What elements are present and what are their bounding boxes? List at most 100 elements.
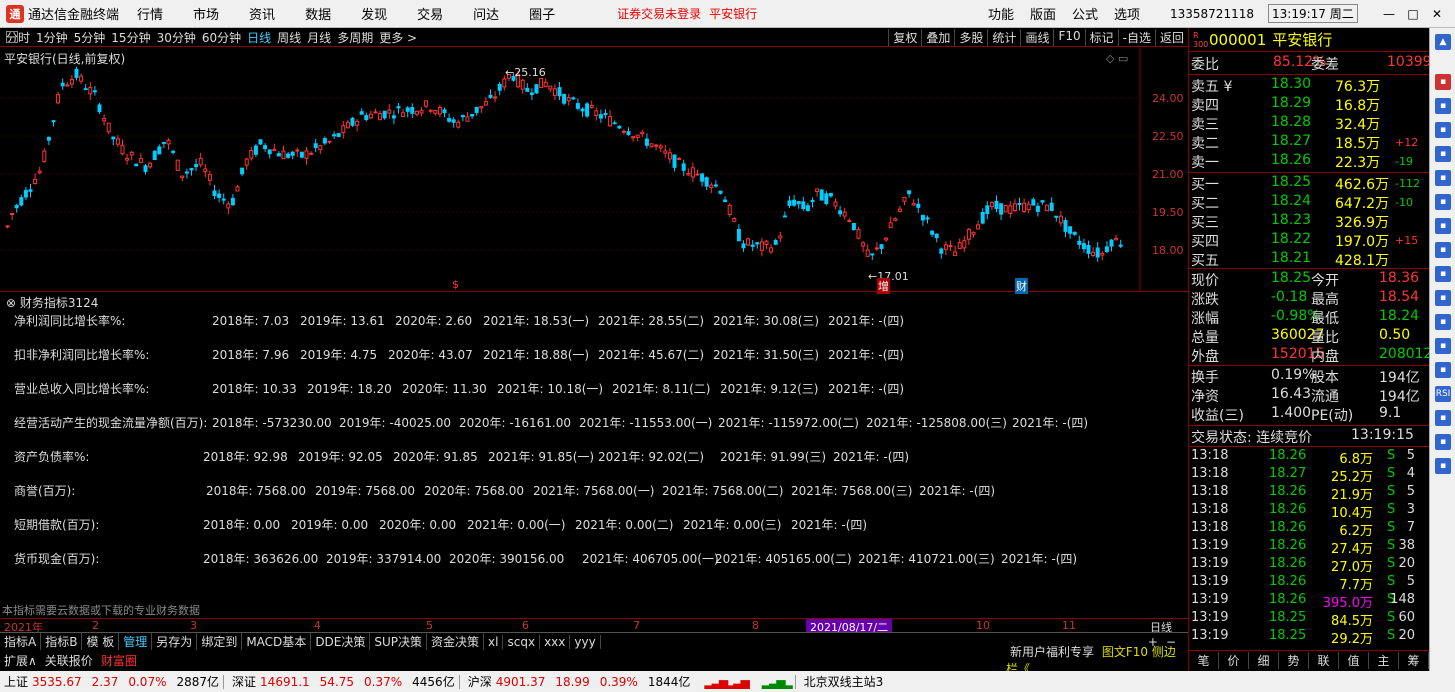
sidebar-tool-icon[interactable]: ▪ (1435, 314, 1451, 330)
ask-row[interactable]: 卖四 18.29 16.8万 (1189, 95, 1429, 114)
period-weekly[interactable]: 周线 (277, 29, 301, 46)
period-5min[interactable]: 5分钟 (74, 29, 106, 46)
tool-biaoji[interactable]: 标记 (1084, 28, 1118, 46)
menu-faxian[interactable]: 发现 (361, 4, 387, 23)
tab-bangdingdao[interactable]: 绑定到 (197, 633, 243, 650)
stock-name[interactable]: 平安银行 (1272, 29, 1332, 50)
menu-shichang[interactable]: 市场 (193, 4, 219, 23)
bid-row[interactable]: 买五 18.21 428.1万 (1189, 250, 1429, 269)
menu-banmian[interactable]: 版面 (1030, 4, 1056, 23)
period-more[interactable]: 更多 > (379, 29, 417, 46)
sidebar-tool-icon[interactable]: ▪ (1435, 458, 1451, 474)
ask-row[interactable]: 卖五 ¥ 18.30 76.3万 (1189, 76, 1429, 95)
server-name[interactable]: 北京双线主站3 (804, 673, 884, 690)
kline-svg[interactable] (0, 48, 1188, 292)
menu-quanzi[interactable]: 圈子 (529, 4, 555, 23)
tab-guanli[interactable]: 管理 (119, 633, 153, 650)
sidebar-tool-icon[interactable]: ▪ (1435, 146, 1451, 162)
period-multi[interactable]: 多周期 (337, 29, 373, 46)
bid-row[interactable]: 买四 18.22 197.0万 +15 (1189, 231, 1429, 250)
tab-xl[interactable]: xl (484, 634, 504, 649)
menu-zixun[interactable]: 资讯 (249, 4, 275, 23)
kline-chart[interactable]: 平安银行(日线,前复权) 24.00 22.50 21.00 19.50 18.… (0, 48, 1188, 294)
maximize-icon[interactable]: □ (1401, 7, 1425, 21)
menu-xuanxiang[interactable]: 选项 (1114, 4, 1140, 23)
sidebar-tool-icon[interactable]: ▪ (1435, 266, 1451, 282)
tab-zhibiao-b[interactable]: 指标B (41, 633, 83, 650)
related-quote-tab[interactable]: 关联报价 (41, 652, 97, 669)
period-15min[interactable]: 15分钟 (111, 29, 150, 46)
dividend-marker[interactable]: $ (452, 278, 459, 291)
tab-scqx[interactable]: scqx (503, 634, 541, 649)
tab-macd[interactable]: MACD基本 (242, 633, 312, 650)
period-60min[interactable]: 60分钟 (202, 29, 241, 46)
stat-row: 涨幅 -0.98% 最低 18.24 (1189, 308, 1429, 327)
tab-zhi[interactable]: 值 (1339, 652, 1369, 669)
tab-lingcunwei[interactable]: 另存为 (152, 633, 198, 650)
ask-row[interactable]: 卖二 18.27 18.5万 +12 (1189, 133, 1429, 152)
finance-indicator-title[interactable]: ⊗ 财务指标3124 (6, 294, 98, 311)
menu-gongneng[interactable]: 功能 (988, 4, 1014, 23)
sidebar-tool-icon[interactable]: ▪ (1435, 290, 1451, 306)
tab-zhibiao-a[interactable]: 指标A (0, 633, 42, 650)
tab-zhu[interactable]: 主 (1369, 652, 1399, 669)
tab-sup[interactable]: SUP决策 (370, 633, 428, 650)
sidebar-tool-icon[interactable]: ▪ (1435, 98, 1451, 114)
layout-icon[interactable] (6, 31, 18, 43)
stock-code[interactable]: 000001 (1209, 31, 1266, 49)
sidebar-tool-icon[interactable]: ▪ (1435, 218, 1451, 234)
tab-yyy[interactable]: yyy (570, 634, 601, 649)
tool-duogu[interactable]: 多股 (954, 28, 987, 46)
chart-option-icon[interactable]: ◇ ▭ (1106, 52, 1128, 65)
sidebar-tool-icon[interactable]: ▪ (1435, 242, 1451, 258)
ask-row[interactable]: 卖三 18.28 32.4万 (1189, 114, 1429, 133)
tool-fanhui[interactable]: 返回 (1154, 28, 1188, 46)
sidebar-tool-icon[interactable]: ▪ (1435, 362, 1451, 378)
sidebar-tool-icon[interactable]: ▪ (1435, 122, 1451, 138)
tab-lian[interactable]: 联 (1309, 652, 1339, 669)
tool-f10[interactable]: F10 (1053, 28, 1084, 46)
tool-zixuan[interactable]: -自选 (1117, 28, 1155, 46)
tab-dde[interactable]: DDE决策 (311, 633, 371, 650)
sidebar-tool-icon[interactable]: ▪ (1435, 338, 1451, 354)
period-30min[interactable]: 30分钟 (157, 29, 196, 46)
tool-huaxian[interactable]: 画线 (1020, 28, 1053, 46)
expand-button[interactable]: 扩展∧ (0, 652, 41, 669)
tab-xxx[interactable]: xxx (540, 634, 571, 649)
period-1min[interactable]: 1分钟 (36, 29, 68, 46)
tab-jia[interactable]: 价 (1219, 652, 1249, 669)
menu-gongshi[interactable]: 公式 (1072, 4, 1098, 23)
tab-zijin[interactable]: 资金决策 (427, 633, 485, 650)
menu-hangqing[interactable]: 行情 (137, 4, 163, 23)
close-icon[interactable]: ✕ (1425, 7, 1449, 21)
tool-tongji[interactable]: 统计 (987, 28, 1020, 46)
minimize-icon[interactable]: — (1377, 7, 1401, 21)
bid-row[interactable]: 买三 18.23 326.9万 (1189, 212, 1429, 231)
tool-fuquan[interactable]: 复权 (888, 28, 921, 46)
bid-row[interactable]: 买一 18.25 462.6万 -112 (1189, 174, 1429, 193)
menu-shuju[interactable]: 数据 (305, 4, 331, 23)
account-number[interactable]: 13358721118 (1170, 7, 1254, 21)
tab-chou[interactable]: 筹 (1399, 652, 1429, 669)
sidebar-tool-icon[interactable]: ▪ (1435, 410, 1451, 426)
tab-moban[interactable]: 模 板 (82, 633, 120, 650)
tool-diejia[interactable]: 叠加 (921, 28, 954, 46)
finance-value: 2020年: 91.85 (393, 450, 478, 464)
rsi-icon[interactable]: RSI (1435, 386, 1451, 402)
menu-jiaoyi[interactable]: 交易 (417, 4, 443, 23)
tab-xi[interactable]: 细 (1249, 652, 1279, 669)
sidebar-tool-icon[interactable]: ▪ (1435, 170, 1451, 186)
ask-row[interactable]: 卖一 18.26 22.3万 -19 (1189, 152, 1429, 171)
sidebar-tool-icon[interactable]: ▪ (1435, 74, 1451, 90)
sidebar-tool-icon[interactable]: ▪ (1435, 434, 1451, 450)
bid-row[interactable]: 买二 18.24 647.2万 -10 (1189, 193, 1429, 212)
period-monthly[interactable]: 月线 (307, 29, 331, 46)
wealth-circle-tab[interactable]: 财富圈 (97, 652, 141, 669)
sidebar-tool-icon[interactable]: ▪ (1435, 194, 1451, 210)
tab-shi[interactable]: 势 (1279, 652, 1309, 669)
sidebar-tool-icon[interactable]: ▲ (1435, 34, 1451, 50)
period-daily[interactable]: 日线 (247, 29, 271, 46)
menu-wenda[interactable]: 问达 (473, 4, 499, 23)
login-warning[interactable]: 证券交易未登录 (617, 5, 701, 22)
tab-bi[interactable]: 笔 (1189, 652, 1219, 669)
